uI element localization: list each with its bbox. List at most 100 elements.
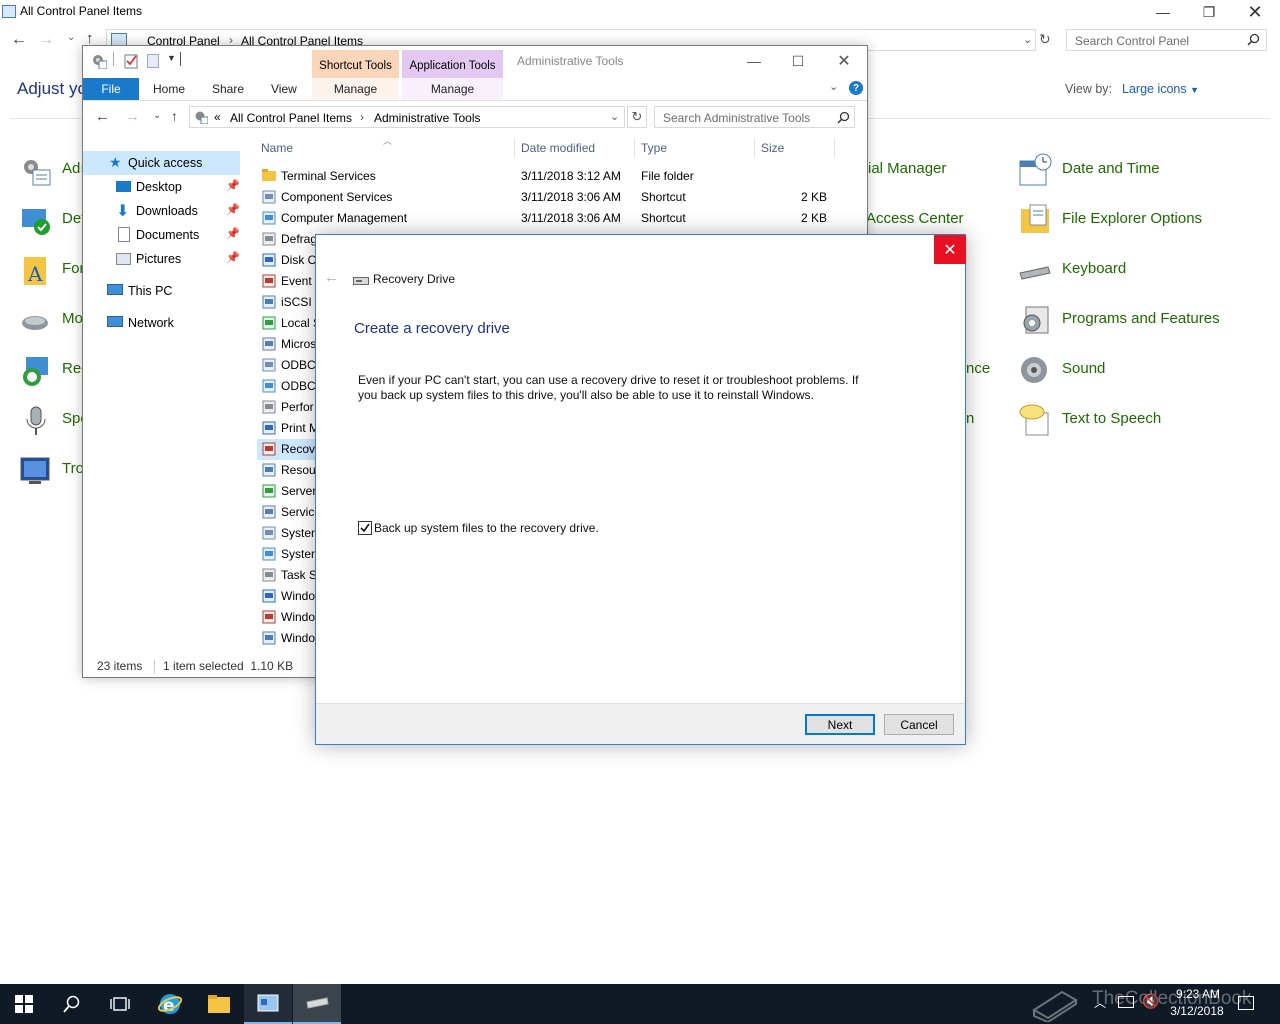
internet-explorer-button[interactable]: e (146, 984, 194, 1024)
column-divider[interactable] (834, 138, 835, 158)
explorer-minimize-button[interactable]: — (731, 49, 777, 73)
file-explorer-button[interactable] (195, 984, 243, 1024)
task-view-button[interactable] (96, 984, 144, 1024)
cp-item-mid-1[interactable]: ial Manager (868, 160, 946, 177)
nav-quick-access[interactable]: ★ Quick access (83, 151, 240, 175)
address-crumb-admin-tools[interactable]: Administrative Tools (374, 111, 481, 125)
network-tray-icon[interactable] (1118, 996, 1134, 1008)
refresh-icon[interactable]: ↻ (1039, 31, 1051, 48)
ribbon-tab-manage-application[interactable]: Manage (402, 78, 503, 100)
cp-item-sound[interactable]: Sound (1062, 360, 1105, 377)
nav-documents[interactable]: Documents 📌 (83, 223, 240, 247)
ribbon-tab-share[interactable]: Share (212, 82, 244, 96)
explorer-close-button[interactable]: ✕ (821, 49, 867, 73)
cp-item-left-7[interactable]: Tro (62, 460, 84, 477)
control-panel-taskbar-button[interactable] (244, 984, 292, 1024)
dialog-close-button[interactable]: ✕ (934, 235, 966, 264)
ribbon-tab-file[interactable]: File (83, 78, 139, 100)
date-and-time-icon[interactable] (1018, 153, 1052, 187)
explorer-back-icon[interactable]: ← (95, 108, 110, 125)
clock-date[interactable]: 3/12/2018 (1166, 1004, 1228, 1018)
pin-icon[interactable]: 📌 (226, 203, 240, 216)
pin-icon[interactable]: 📌 (226, 179, 240, 192)
cp-item-keyboard[interactable]: Keyboard (1062, 260, 1126, 277)
explorer-refresh-icon[interactable]: ↻ (627, 106, 647, 128)
new-folder-icon[interactable] (147, 54, 159, 68)
explorer-search-icon[interactable] (837, 111, 850, 124)
cp-item-programs-features[interactable]: Programs and Features (1062, 310, 1220, 327)
volume-muted-icon[interactable]: 🔇 (1142, 993, 1159, 1010)
ribbon-tab-manage-shortcut[interactable]: Manage (312, 78, 399, 100)
backup-system-files-label[interactable]: Back up system files to the recovery dri… (374, 521, 599, 535)
keyboard-icon[interactable] (1018, 253, 1052, 287)
column-size[interactable]: Size (761, 141, 784, 155)
nav-this-pc[interactable]: This PC (83, 279, 240, 303)
explorer-maximize-button[interactable]: ☐ (775, 49, 821, 73)
close-button[interactable]: ✕ (1232, 0, 1278, 24)
control-panel-search-box[interactable]: Search Control Panel (1066, 29, 1267, 51)
nav-network[interactable]: Network (83, 311, 240, 335)
file-explorer-options-icon[interactable] (1018, 203, 1052, 237)
action-center-icon[interactable] (1238, 996, 1254, 1010)
next-button[interactable]: Next (805, 714, 875, 735)
restore-button[interactable]: ❐ (1186, 0, 1232, 24)
ribbon-tab-home[interactable]: Home (153, 82, 185, 96)
properties-icon[interactable] (123, 53, 139, 69)
file-row[interactable]: Component Services 3/11/2018 3:06 AM Short… (257, 187, 847, 208)
address-dropdown-icon[interactable]: ⌄ (610, 110, 619, 123)
file-row[interactable]: Terminal Services 3/11/2018 3:12 AM File f… (257, 166, 847, 187)
column-divider[interactable] (754, 138, 755, 158)
explorer-search-box[interactable]: Search Administrative Tools (654, 106, 855, 128)
pin-icon[interactable]: 📌 (226, 227, 240, 240)
explorer-up-icon[interactable]: ↑ (171, 108, 178, 124)
show-hidden-icons-icon[interactable]: ︿ (1094, 994, 1106, 1011)
back-icon[interactable]: ← (11, 31, 27, 49)
nav-pictures[interactable]: Pictures 📌 (83, 247, 240, 271)
cp-item-text-to-speech[interactable]: Text to Speech (1062, 410, 1161, 427)
column-divider[interactable] (514, 138, 515, 158)
column-date-modified[interactable]: Date modified (521, 141, 595, 155)
administrative-tools-icon[interactable] (20, 155, 52, 187)
ribbon-tab-view[interactable]: View (271, 82, 297, 96)
view-by-dropdown[interactable]: Large icons ▼ (1122, 82, 1199, 96)
programs-and-features-icon[interactable] (1018, 303, 1052, 337)
cp-item-mid-4[interactable]: n (966, 410, 974, 427)
column-type[interactable]: Type (641, 141, 667, 155)
forward-icon[interactable]: → (38, 31, 54, 49)
devices-icon[interactable] (20, 205, 52, 237)
nav-desktop[interactable]: Desktop 📌 (83, 175, 240, 199)
troubleshooting-icon[interactable] (20, 455, 52, 487)
backup-system-files-checkbox[interactable] (358, 521, 372, 535)
pin-icon[interactable]: 📌 (226, 251, 240, 264)
file-row[interactable]: Computer Management 3/11/2018 3:06 AM Shor… (257, 208, 847, 229)
minimize-button[interactable]: — (1140, 0, 1186, 24)
cp-item-file-explorer-options[interactable]: File Explorer Options (1062, 210, 1202, 227)
explorer-forward-icon[interactable]: → (125, 108, 140, 125)
address-overflow-icon[interactable]: « (214, 110, 221, 124)
text-to-speech-icon[interactable] (1018, 403, 1052, 437)
recovery-icon[interactable] (20, 355, 52, 387)
cp-item-left-4[interactable]: Mo (62, 310, 83, 327)
search-taskbar-button[interactable] (48, 984, 96, 1024)
chevron-down-icon[interactable]: ⌄ (1023, 33, 1032, 46)
dialog-back-icon[interactable]: ← (324, 269, 339, 286)
column-name[interactable]: Name (261, 141, 293, 155)
explorer-recent-icon[interactable]: ⌄ (153, 110, 161, 121)
column-divider[interactable] (634, 138, 635, 158)
help-icon[interactable]: ? (849, 81, 863, 95)
start-button[interactable] (0, 984, 48, 1024)
clock-time[interactable]: 9:23 AM (1173, 987, 1223, 1001)
microphone-icon[interactable] (20, 405, 52, 437)
sound-icon[interactable] (1018, 353, 1052, 387)
fonts-icon[interactable]: A (20, 255, 52, 287)
cancel-button[interactable]: Cancel (884, 714, 954, 735)
explorer-address-bar[interactable]: « All Control Panel Items › Administrati… (189, 106, 625, 128)
cp-item-date-time[interactable]: Date and Time (1062, 160, 1160, 177)
mouse-icon[interactable] (20, 305, 52, 337)
cp-item-mid-3[interactable]: nce (966, 360, 990, 377)
recent-dropdown-icon[interactable]: ⌄ (67, 32, 75, 43)
cp-item-mid-2[interactable]: Access Center (866, 210, 964, 227)
recovery-drive-taskbar-button[interactable] (293, 984, 341, 1024)
nav-downloads[interactable]: ⬇ Downloads 📌 (83, 199, 240, 223)
qat-dropdown-icon[interactable]: ▼ (167, 53, 176, 63)
